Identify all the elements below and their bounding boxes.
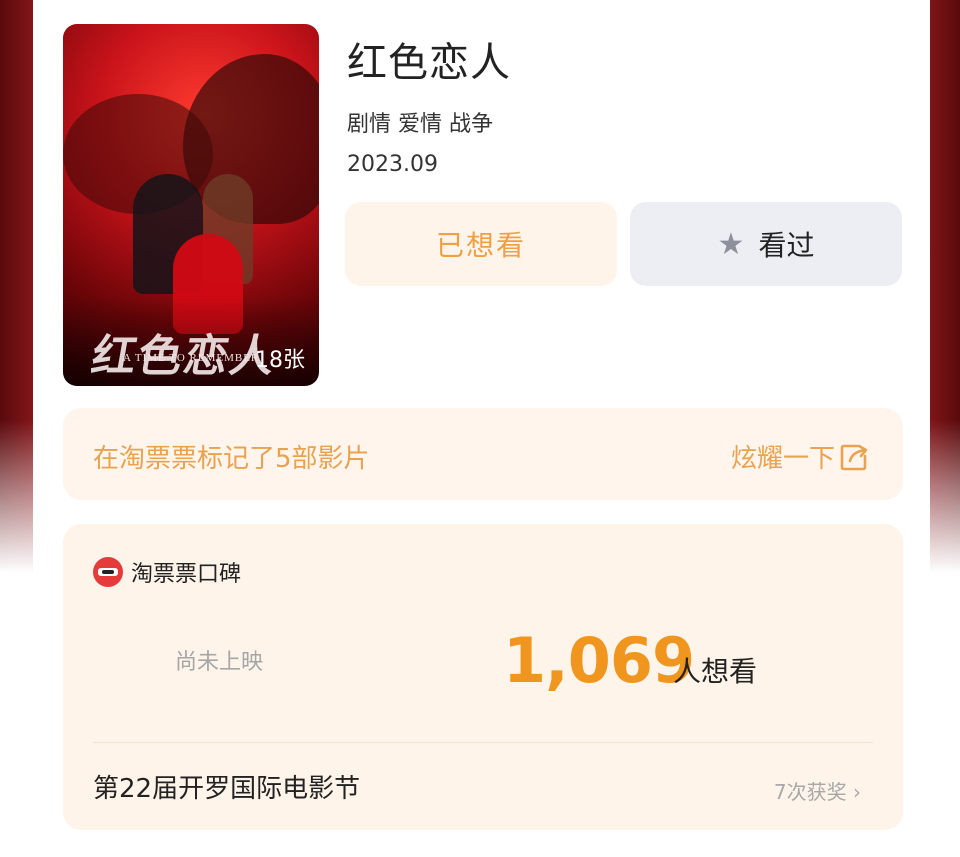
marked-movies-text: 在淘票票标记了5部影片 <box>93 444 370 474</box>
awards-link[interactable]: 7次获奖 › <box>774 776 861 805</box>
star-icon: ★ <box>717 226 745 262</box>
want-count-unit: 人想看 <box>673 655 758 688</box>
want-to-watch-button[interactable]: 已想看 <box>345 202 617 286</box>
movie-genres: 剧情 爱情 战争 <box>347 112 493 137</box>
movie-poster[interactable]: 红色恋人 A TIME TO REMEMBER 18张 <box>63 24 319 386</box>
poster-english-title: A TIME TO REMEMBER <box>123 352 260 364</box>
rating-divider <box>93 742 873 743</box>
marked-movies-bar[interactable]: 在淘票票标记了5部影片 炫耀一下 <box>63 408 903 500</box>
want-count: 1,069 <box>503 624 695 697</box>
watched-button[interactable]: ★ 看过 <box>630 202 902 286</box>
movie-card: 红色恋人 A TIME TO REMEMBER 18张 红色恋人 剧情 爱情 战… <box>33 0 930 857</box>
rating-brand-label: 淘票票口碑 <box>131 562 242 587</box>
share-icon <box>839 442 869 472</box>
rating-panel: 淘票票口碑 尚未上映 1,069 人想看 第22届开罗国际电影节 7次获奖 › <box>63 524 903 830</box>
poster-photo-count: 18张 <box>255 348 305 373</box>
want-to-watch-label: 已想看 <box>435 229 526 262</box>
release-date: 2023.09 <box>347 152 438 177</box>
taopiaopiao-logo-icon <box>93 557 123 587</box>
show-off-button[interactable]: 炫耀一下 <box>731 438 869 475</box>
rating-brand: 淘票票口碑 <box>93 556 241 588</box>
festival-name: 第22届开罗国际电影节 <box>93 774 361 804</box>
show-off-label: 炫耀一下 <box>730 444 835 474</box>
movie-title: 红色恋人 <box>347 40 511 86</box>
release-status: 尚未上映 <box>175 650 264 675</box>
watched-label: 看过 <box>758 229 815 262</box>
